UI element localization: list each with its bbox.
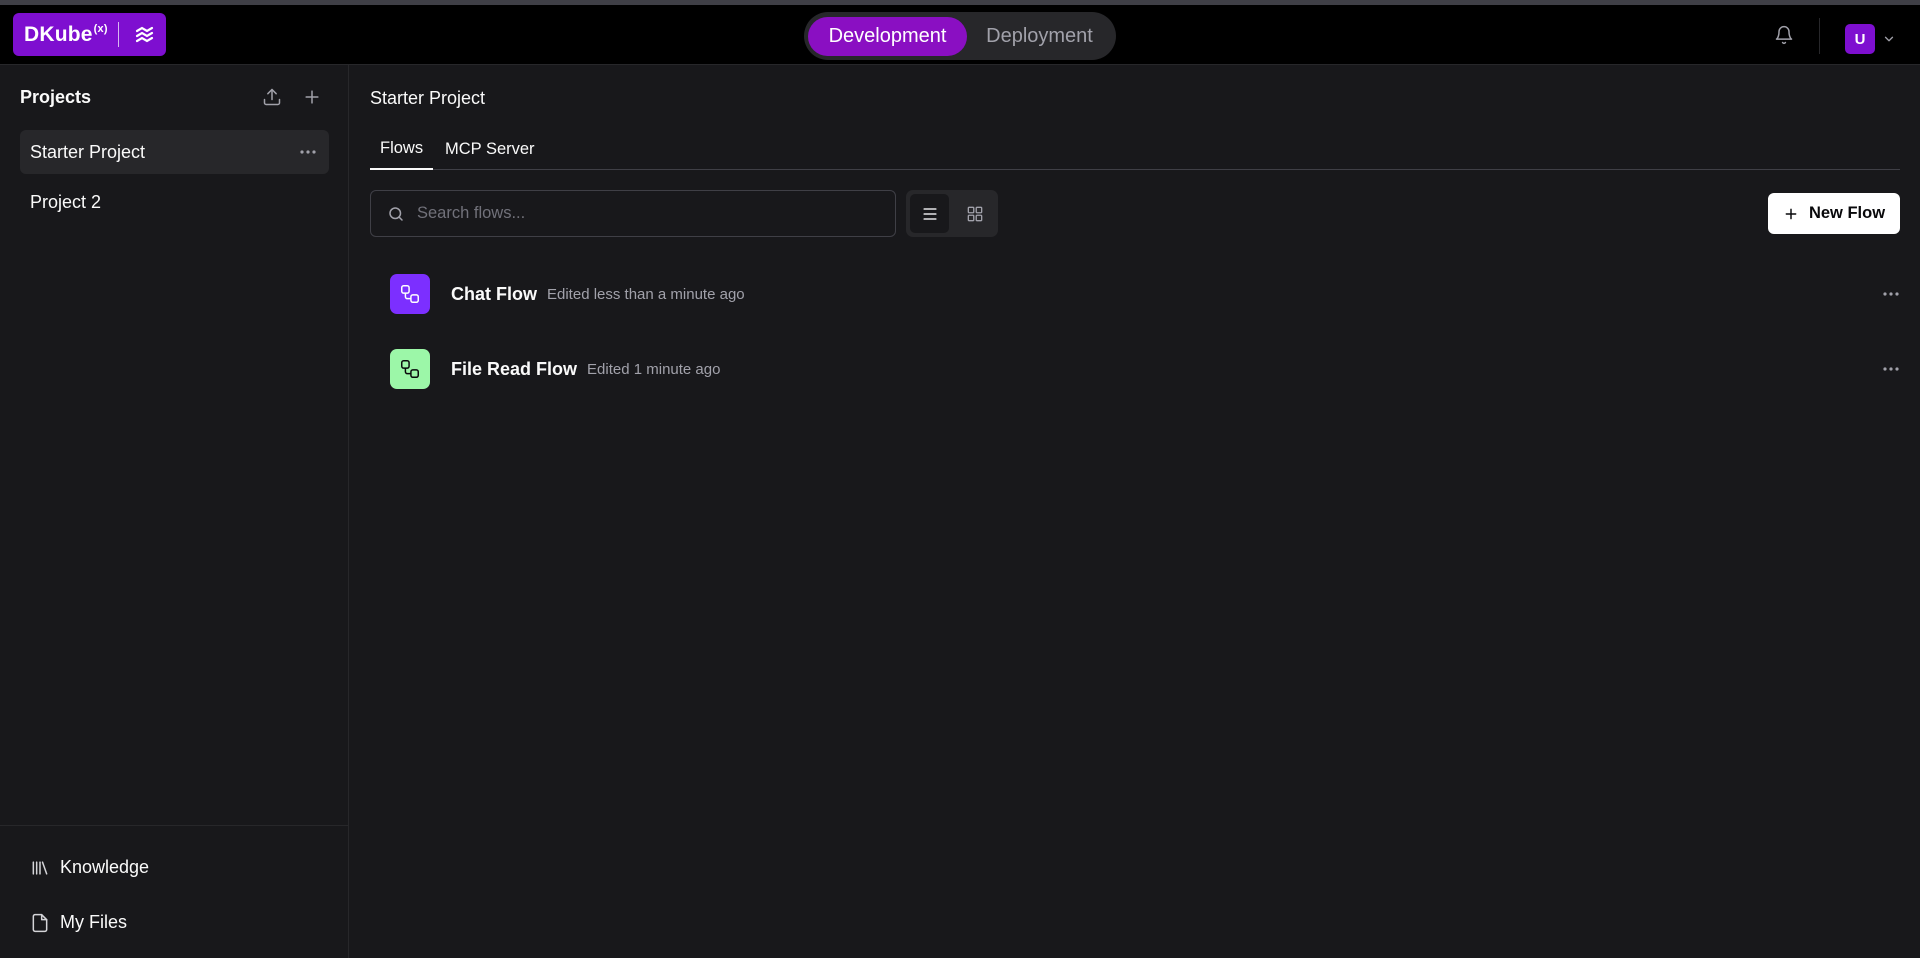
view-toggle bbox=[906, 190, 998, 237]
search-icon bbox=[389, 206, 403, 221]
flow-row-chat-flow[interactable]: Chat Flow Edited less than a minute ago bbox=[370, 266, 1900, 322]
add-project-icon[interactable] bbox=[302, 87, 322, 107]
more-options-icon[interactable] bbox=[299, 146, 317, 158]
workflow-icon bbox=[401, 285, 419, 303]
plus-icon bbox=[1785, 208, 1797, 219]
logo-divider bbox=[117, 22, 119, 47]
top-header: DKube(x) Development Deployment U bbox=[0, 5, 1920, 65]
upload-icon[interactable] bbox=[262, 87, 282, 107]
grid-view-button[interactable] bbox=[955, 194, 994, 233]
flow-icon-chat bbox=[390, 274, 430, 314]
project-label: Project 2 bbox=[30, 191, 102, 212]
mode-switch: Development Deployment bbox=[804, 12, 1116, 60]
my-files-link[interactable]: My Files bbox=[30, 912, 127, 933]
flow-icon-file-read bbox=[390, 349, 430, 389]
grid-icon bbox=[967, 206, 982, 221]
flow-name[interactable]: File Read Flow bbox=[451, 359, 577, 380]
notification-bell-icon[interactable] bbox=[1774, 25, 1794, 45]
header-divider bbox=[1819, 18, 1820, 54]
search-input[interactable] bbox=[417, 204, 877, 223]
brand-name: DKube(x) bbox=[24, 22, 108, 46]
app-logo[interactable]: DKube(x) bbox=[13, 13, 166, 56]
more-options-icon[interactable] bbox=[1882, 363, 1900, 375]
tab-flows[interactable]: Flows bbox=[370, 129, 434, 170]
workflow-icon bbox=[401, 360, 419, 378]
library-icon bbox=[32, 860, 48, 875]
projects-sidebar: Projects Starter Project Project 2 Knowl… bbox=[0, 65, 349, 958]
sidebar-item-project-2[interactable]: Project 2 bbox=[20, 180, 329, 224]
list-view-button[interactable] bbox=[910, 194, 949, 233]
new-flow-button[interactable]: New Flow bbox=[1768, 193, 1900, 234]
flow-edited-time: Edited less than a minute ago bbox=[547, 285, 745, 303]
main-content: Starter Project Flows MCP Server New Flo… bbox=[350, 65, 1920, 958]
sidebar-item-starter-project[interactable]: Starter Project bbox=[20, 130, 329, 174]
file-icon bbox=[32, 913, 48, 932]
wave-logo-icon bbox=[135, 26, 153, 42]
mode-development-button[interactable]: Development bbox=[808, 16, 967, 56]
new-flow-label: New Flow bbox=[1808, 204, 1886, 222]
sidebar-footer-divider bbox=[0, 825, 349, 826]
knowledge-label: Knowledge bbox=[60, 857, 150, 877]
search-box bbox=[370, 190, 896, 237]
page-title: Starter Project bbox=[370, 88, 486, 108]
tab-bar: Flows MCP Server bbox=[370, 129, 1900, 170]
user-avatar[interactable]: U bbox=[1845, 24, 1875, 54]
flow-name[interactable]: Chat Flow bbox=[451, 284, 537, 305]
flow-edited-time: Edited 1 minute ago bbox=[587, 360, 721, 378]
flow-row-file-read-flow[interactable]: File Read Flow Edited 1 minute ago bbox=[370, 341, 1900, 397]
knowledge-link[interactable]: Knowledge bbox=[30, 857, 149, 878]
tab-mcp-server[interactable]: MCP Server bbox=[435, 129, 545, 170]
chevron-down-icon[interactable] bbox=[1882, 32, 1896, 46]
project-label: Starter Project bbox=[30, 141, 146, 162]
my-files-label: My Files bbox=[60, 912, 127, 932]
sidebar-title: Projects bbox=[20, 87, 92, 107]
list-icon bbox=[922, 207, 937, 220]
more-options-icon[interactable] bbox=[1882, 288, 1900, 300]
mode-deployment-button[interactable]: Deployment bbox=[967, 17, 1112, 56]
